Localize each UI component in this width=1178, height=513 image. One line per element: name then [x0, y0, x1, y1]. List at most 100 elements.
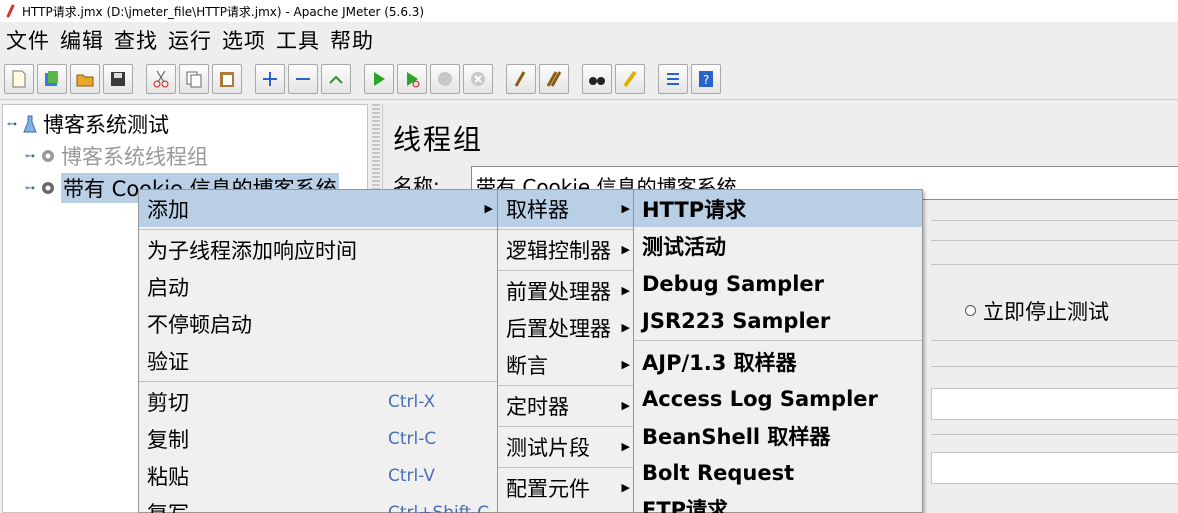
menu-item-paste[interactable]: 粘贴 Ctrl-V [139, 457, 497, 494]
tree-node-thread-group-disabled[interactable]: ⊶ 博客系统线程组 [25, 141, 208, 171]
open-icon[interactable] [70, 63, 100, 94]
tree-label: 博客系统线程组 [61, 145, 208, 169]
menu-help[interactable]: 帮助 [330, 25, 374, 55]
radio-label-stop-now: 立即停止测试 [983, 300, 1109, 324]
panel-divider [931, 366, 1178, 367]
clear-all-icon[interactable] [539, 63, 569, 94]
submenu-arrow-icon: ▶ [621, 358, 630, 371]
menu-search[interactable]: 查找 [114, 25, 158, 55]
reset-search-icon[interactable] [615, 63, 645, 94]
tree-label: 博客系统测试 [43, 113, 169, 137]
menu-item-ajp-sampler[interactable]: AJP/1.3 取样器 [634, 343, 922, 380]
menu-item-beanshell-sampler[interactable]: BeanShell 取样器 [634, 417, 922, 454]
menu-item-label: JSR223 Sampler [642, 308, 831, 333]
function-helper-icon[interactable] [658, 63, 688, 94]
new-icon[interactable] [4, 63, 34, 94]
expand-icon[interactable] [255, 63, 285, 94]
menu-item-start-no-pause[interactable]: 不停顿启动 [139, 305, 497, 342]
tree-expand-handle-icon[interactable]: ⊶ [25, 151, 35, 162]
menu-options[interactable]: 选项 [222, 25, 266, 55]
gear-icon [39, 146, 57, 166]
menu-item-start[interactable]: 启动 [139, 268, 497, 305]
menu-item-label: 测试片段 [506, 435, 590, 460]
menu-separator [634, 340, 922, 341]
gear-icon [39, 178, 57, 198]
menu-tools[interactable]: 工具 [276, 25, 320, 55]
menu-item-label: BeanShell 取样器 [642, 424, 831, 449]
menu-item-add-response-time[interactable]: 为子线程添加响应时间 [139, 231, 497, 268]
menu-item-label: FTP请求 [642, 497, 729, 513]
flask-icon [21, 114, 39, 134]
menu-item-test-fragment[interactable]: 测试片段 ▶ [498, 428, 634, 465]
menu-item-post-processor[interactable]: 后置处理器 ▶ [498, 309, 634, 346]
menu-item-duplicate[interactable]: 复写 Ctrl+Shift-C [139, 494, 497, 513]
window-title: HTTP请求.jmx (D:\jmeter_file\HTTP请求.jmx) -… [22, 4, 425, 19]
panel-divider [931, 264, 1178, 265]
templates-icon[interactable] [37, 63, 67, 94]
menu-item-ftp-request[interactable]: FTP请求 [634, 490, 922, 513]
menu-item-label: 配置元件 [506, 476, 590, 501]
menu-item-timer[interactable]: 定时器 ▶ [498, 387, 634, 424]
menu-separator [498, 467, 634, 468]
menu-item-cut[interactable]: 剪切 Ctrl-X [139, 383, 497, 420]
save-icon[interactable] [103, 63, 133, 94]
tree-expand-handle-icon[interactable]: ⊶ [25, 183, 35, 194]
menu-item-pre-processor[interactable]: 前置处理器 ▶ [498, 272, 634, 309]
paste-icon[interactable] [212, 63, 242, 94]
submenu-arrow-icon: ▶ [621, 284, 630, 297]
menu-item-config-element[interactable]: 配置元件 ▶ [498, 469, 634, 506]
start-no-pause-icon[interactable] [397, 63, 427, 94]
panel-input[interactable] [931, 388, 1178, 420]
panel-divider [931, 220, 1178, 221]
menu-item-label: 不停顿启动 [147, 312, 252, 337]
panel-input[interactable] [931, 452, 1178, 484]
menu-file[interactable]: 文件 [6, 25, 50, 55]
page-title: 线程组 [393, 123, 484, 156]
submenu-arrow-icon: ▶ [484, 202, 493, 215]
menu-separator [498, 426, 634, 427]
panel-divider [931, 434, 1178, 435]
submenu-arrow-icon: ▶ [621, 202, 630, 215]
menu-item-label: 取样器 [506, 197, 569, 222]
menu-item-label: 复制 [147, 427, 189, 452]
menu-item-label: 逻辑控制器 [506, 238, 611, 263]
search-icon[interactable] [582, 63, 612, 94]
menu-item-label: 前置处理器 [506, 279, 611, 304]
toggle-icon[interactable] [321, 63, 351, 94]
clear-icon[interactable] [506, 63, 536, 94]
menu-item-test-action[interactable]: 测试活动 [634, 227, 922, 264]
menu-item-label: AJP/1.3 取样器 [642, 350, 797, 375]
stop-icon[interactable] [430, 63, 460, 94]
sampler-submenu: HTTP请求 测试活动 Debug Sampler JSR223 Sampler… [633, 189, 923, 513]
menu-item-copy[interactable]: 复制 Ctrl-C [139, 420, 497, 457]
menu-item-access-log-sampler[interactable]: Access Log Sampler [634, 380, 922, 417]
menu-item-bolt-request[interactable]: Bolt Request [634, 454, 922, 491]
menu-item-logic-controller[interactable]: 逻辑控制器 ▶ [498, 231, 634, 268]
tree-node-test-plan[interactable]: ⊶ 博客系统测试 [7, 109, 169, 139]
toolbar: ? [0, 58, 1178, 100]
menu-item-jsr223-sampler[interactable]: JSR223 Sampler [634, 302, 922, 339]
tree-expand-handle-icon[interactable]: ⊶ [7, 119, 17, 130]
radio-stop-now[interactable] [965, 305, 976, 316]
help-icon[interactable]: ? [691, 63, 721, 94]
menu-item-label: 测试活动 [642, 234, 726, 259]
menu-item-validate[interactable]: 验证 [139, 342, 497, 379]
menu-item-sampler[interactable]: 取样器 ▶ [498, 190, 634, 227]
shutdown-icon[interactable] [463, 63, 493, 94]
copy-icon[interactable] [179, 63, 209, 94]
menu-item-assertion[interactable]: 断言 ▶ [498, 346, 634, 383]
submenu-arrow-icon: ▶ [621, 440, 630, 453]
menu-item-add[interactable]: 添加 ▶ [139, 190, 497, 227]
menu-run[interactable]: 运行 [168, 25, 212, 55]
collapse-icon[interactable] [288, 63, 318, 94]
menu-shortcut: Ctrl-V [388, 465, 436, 486]
menu-item-debug-sampler[interactable]: Debug Sampler [634, 265, 922, 302]
submenu-arrow-icon: ▶ [621, 243, 630, 256]
window-title-bar: HTTP请求.jmx (D:\jmeter_file\HTTP请求.jmx) -… [0, 0, 1178, 22]
start-icon[interactable] [364, 63, 394, 94]
menu-item-http-request[interactable]: HTTP请求 [634, 190, 922, 227]
menu-edit[interactable]: 编辑 [60, 25, 104, 55]
add-submenu: 取样器 ▶ 逻辑控制器 ▶ 前置处理器 ▶ 后置处理器 ▶ 断言 ▶ 定时器 ▶… [497, 189, 635, 513]
cut-icon[interactable] [146, 63, 176, 94]
menu-bar: 文件 编辑 查找 运行 选项 工具 帮助 [0, 22, 1178, 58]
